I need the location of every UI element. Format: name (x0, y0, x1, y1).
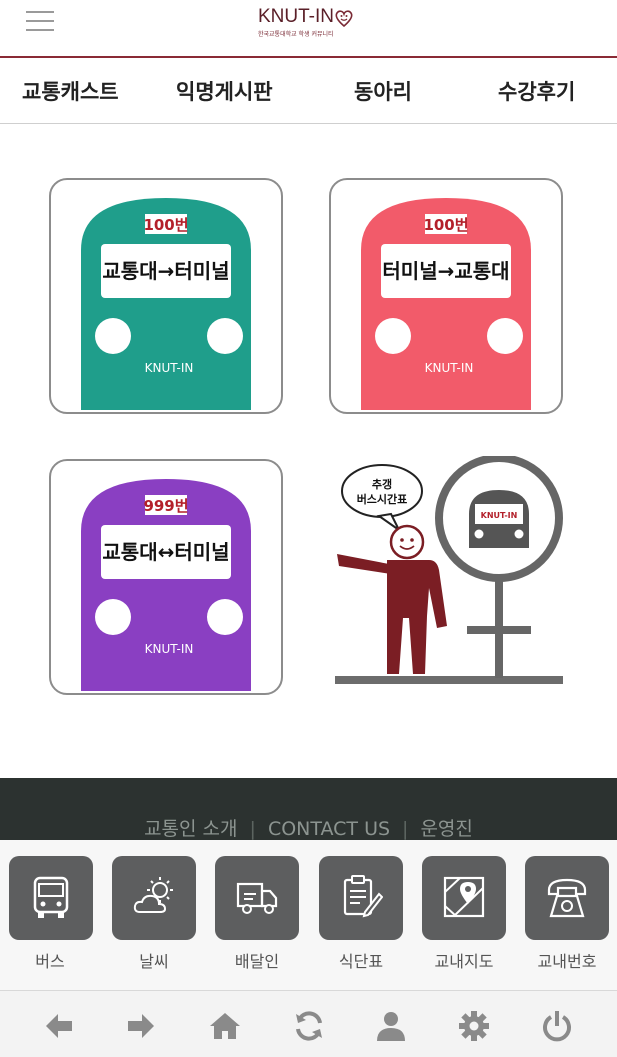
nav-item-anonymous-board[interactable]: 익명게시판 (176, 76, 273, 106)
headlight-left (95, 318, 131, 354)
weather-icon (133, 877, 173, 913)
headlight-left (95, 599, 131, 635)
footer-link-contact[interactable]: CONTACT US (268, 818, 390, 840)
bus-icon (33, 876, 69, 918)
route-text: 교통대→터미널 (102, 259, 229, 283)
quick-delivery-button[interactable] (215, 856, 299, 940)
quick-weather-label: 날씨 (139, 952, 169, 971)
footer-link-about[interactable]: 교통인 소개 (144, 818, 237, 840)
bus-tile-999-round-trip[interactable]: 999번 교통대↔터미널 KNUT-IN (49, 459, 283, 695)
quick-bus-label: 버스 (35, 952, 65, 971)
footer-links: 교통인 소개 | CONTACT US | 운영진 (144, 818, 473, 840)
nav-item-cast[interactable]: 교통캐스트 (22, 76, 119, 106)
footer: 교통인 소개 | CONTACT US | 운영진 (0, 778, 617, 840)
menu-notepad-icon (343, 875, 383, 918)
back-arrow-icon[interactable] (42, 1009, 76, 1043)
speech-bubble (341, 464, 423, 518)
route-number: 999번 (143, 497, 188, 515)
route-text: 터미널→교통대 (382, 259, 509, 283)
route-text: 교통대↔터미널 (102, 540, 229, 564)
settings-icon[interactable] (457, 1009, 491, 1043)
user-icon[interactable] (374, 1009, 408, 1043)
footer-link-staff[interactable]: 운영진 (420, 818, 472, 840)
headlight-right (207, 318, 243, 354)
route-number: 100번 (143, 216, 188, 234)
headlight-right (207, 599, 243, 635)
smile-icon (335, 10, 353, 28)
quick-bus-button[interactable] (9, 856, 93, 940)
person-head (389, 524, 425, 560)
map-icon (443, 876, 485, 918)
bus-illustration: 100번 터미널→교통대 KNUT-IN (361, 198, 531, 410)
quick-weather-button[interactable] (112, 856, 196, 940)
telephone-icon (547, 878, 587, 918)
quick-menu-button[interactable] (319, 856, 403, 940)
bus-timetable-tile[interactable]: 추갱 버스시간표 KNUT-IN (329, 454, 569, 692)
person-body (387, 560, 447, 674)
hamburger-menu-icon[interactable] (26, 11, 54, 33)
app-header: KNUT-IN 한국교통대학교 학생 커뮤니티 (0, 0, 617, 58)
power-icon[interactable] (540, 1009, 574, 1043)
quick-delivery-label: 배달인 (234, 952, 280, 971)
headlight-right (487, 318, 523, 354)
home-icon[interactable] (208, 1009, 242, 1043)
bus-tile-100-to-campus[interactable]: 100번 터미널→교통대 KNUT-IN (329, 178, 563, 414)
logo-subtitle: 한국교통대학교 학생 커뮤니티 (258, 31, 334, 38)
quick-map-button[interactable] (422, 856, 506, 940)
nav-item-club[interactable]: 동아리 (354, 76, 412, 106)
sign-bus-brand: KNUT-IN (481, 511, 518, 520)
bottom-navigation-bar (0, 990, 617, 1057)
bus-brand: KNUT-IN (425, 361, 474, 375)
quick-phone-button[interactable] (525, 856, 609, 940)
top-nav: 교통캐스트 익명게시판 동아리 수강후기 (0, 58, 617, 124)
refresh-icon[interactable] (292, 1009, 326, 1043)
quick-menu: 버스 날씨 배달인 식단표 교내지도 교내번호 (0, 840, 617, 990)
delivery-truck-icon (236, 882, 278, 914)
route-number: 100번 (423, 216, 468, 234)
bus-brand: KNUT-IN (145, 361, 194, 375)
bus-brand: KNUT-IN (145, 642, 194, 656)
person-raised-arm (337, 554, 391, 574)
headlight-left (375, 318, 411, 354)
speech-line-1: 추갱 (372, 477, 392, 491)
nav-item-course-review[interactable]: 수강후기 (498, 76, 575, 106)
logo[interactable]: KNUT-IN 한국교통대학교 학생 커뮤니티 (258, 6, 368, 46)
quick-map-label: 교내지도 (434, 952, 494, 971)
forward-arrow-icon[interactable] (124, 1009, 158, 1043)
sign-crossbar (467, 626, 531, 634)
bus-illustration: 100번 교통대→터미널 KNUT-IN (81, 198, 251, 410)
ground-line (335, 676, 563, 684)
quick-menu-label: 식단표 (338, 952, 384, 971)
bus-illustration: 999번 교통대↔터미널 KNUT-IN (81, 479, 251, 691)
bus-stop-illustration: 추갱 버스시간표 KNUT-IN (335, 454, 563, 684)
quick-phone-label: 교내번호 (537, 952, 597, 971)
bus-tile-100-to-terminal[interactable]: 100번 교통대→터미널 KNUT-IN (49, 178, 283, 414)
speech-line-2: 버스시간표 (357, 492, 408, 506)
